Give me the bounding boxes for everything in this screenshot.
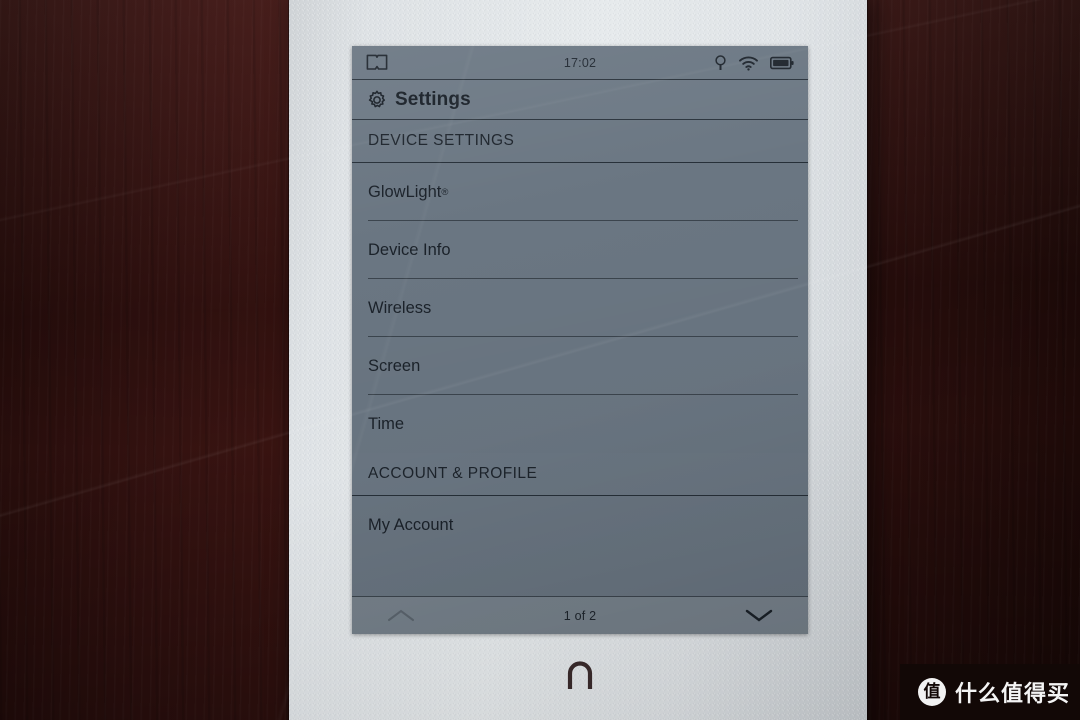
list-item-label: GlowLight (368, 182, 442, 201)
settings-list-device: GlowLight ® Device Info Wireless Screen T… (352, 163, 808, 453)
section-header-device-settings: DEVICE SETTINGS (352, 120, 808, 163)
settings-list-account: My Account (352, 496, 808, 554)
watermark: 值 什么值得买 (900, 664, 1080, 720)
status-bar: 17:02 (352, 46, 808, 80)
pagination-bar: 1 of 2 (352, 596, 808, 634)
section-header-account-profile: ACCOUNT & PROFILE (352, 453, 808, 496)
list-item-my-account[interactable]: My Account (352, 496, 808, 554)
chevron-down-icon[interactable] (744, 608, 774, 623)
smzdm-badge-icon: 值 (918, 678, 946, 706)
home-button[interactable] (563, 660, 597, 690)
status-icons (714, 54, 794, 72)
battery-icon[interactable] (770, 56, 794, 70)
list-item-label: Wireless (368, 298, 432, 317)
glowlight-bulb-icon[interactable] (714, 54, 727, 72)
page-title-bar: Settings (352, 80, 808, 120)
eink-screen: 17:02 Settings DEVICE SETTINGS GlowLight… (352, 46, 808, 634)
list-item-glowlight[interactable]: GlowLight ® (352, 163, 808, 221)
page-indicator: 1 of 2 (563, 608, 597, 623)
list-item-time[interactable]: Time (352, 395, 808, 453)
ereader-device: 17:02 Settings DEVICE SETTINGS GlowLight… (289, 0, 867, 720)
list-item-screen[interactable]: Screen (352, 337, 808, 395)
open-book-icon (366, 54, 388, 70)
list-empty-space (352, 554, 808, 600)
registered-mark: ® (441, 186, 449, 198)
nook-n-logo-icon (567, 661, 593, 689)
list-item-wireless[interactable]: Wireless (352, 279, 808, 337)
list-item-label: My Account (368, 515, 454, 534)
watermark-text: 什么值得买 (955, 682, 1071, 707)
wifi-icon[interactable] (738, 55, 759, 71)
library-button[interactable] (366, 54, 388, 71)
page-title: Settings (395, 88, 471, 110)
list-item-device-info[interactable]: Device Info (352, 221, 808, 279)
gear-icon (368, 90, 386, 107)
chevron-up-icon[interactable] (386, 608, 416, 623)
list-item-label: Device Info (368, 240, 451, 259)
list-item-label: Time (368, 414, 405, 433)
photo-scene: 17:02 Settings DEVICE SETTINGS GlowLight… (0, 0, 1080, 720)
list-item-label: Screen (368, 356, 421, 375)
